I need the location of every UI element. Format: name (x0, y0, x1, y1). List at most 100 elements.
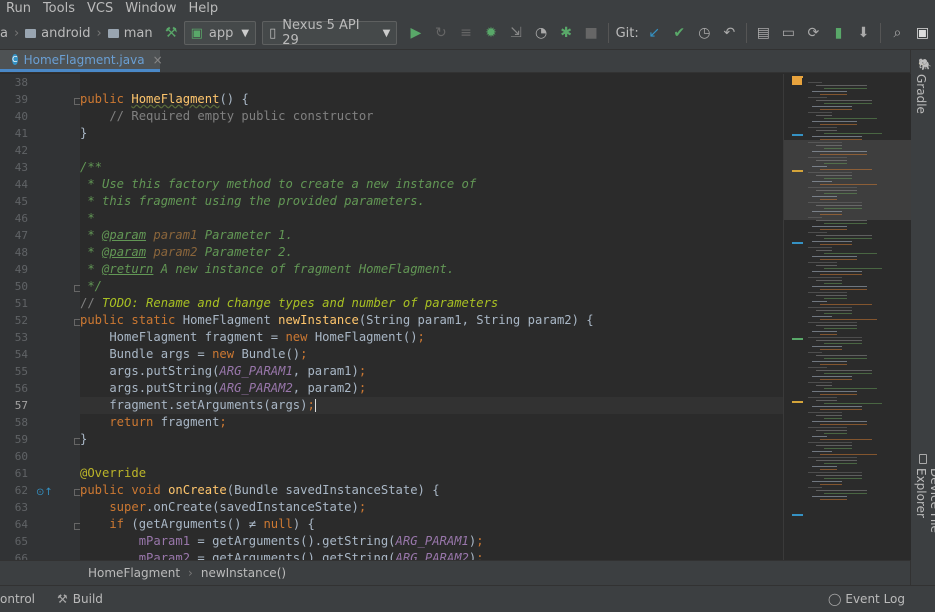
minimap-line (808, 172, 852, 173)
code-editor[interactable]: public HomeFlagment() { // Required empt… (80, 74, 783, 560)
minimap-line (816, 310, 852, 311)
minimap-line (820, 304, 872, 305)
code-line-52: public static HomeFlagment newInstance(S… (80, 313, 594, 327)
code-line-56: args.putString(ARG_PARAM2, param2); (80, 381, 367, 395)
code-line-54: Bundle args = new Bundle(); (80, 347, 308, 361)
apply-code-icon[interactable]: ≡ (455, 22, 476, 44)
minimap-line (820, 379, 852, 380)
minimap-line (816, 115, 832, 116)
search-icon[interactable]: ⌕ (887, 22, 908, 44)
minimap-line (812, 301, 827, 302)
minimap-line (816, 460, 857, 461)
profile-icon[interactable]: ◔ (531, 22, 552, 44)
minimap-line (816, 475, 862, 476)
menu-tools[interactable]: Tools (37, 1, 81, 16)
event-log-tool[interactable]: Event Log (845, 592, 905, 606)
minimap-line (820, 439, 872, 440)
minimap-line (820, 169, 872, 170)
minimap-line (812, 346, 842, 347)
code-line-59: } (80, 432, 88, 446)
breadcrumb-class[interactable]: HomeFlagment (88, 566, 180, 580)
warning-indicator-icon[interactable] (792, 76, 802, 85)
line-number: 46 (14, 212, 28, 225)
minimap-line (820, 319, 877, 320)
attach-debugger-icon[interactable]: ⇲ (506, 22, 527, 44)
git-commit-icon[interactable]: ✔ (669, 22, 690, 44)
apply-changes-icon[interactable]: ↻ (430, 22, 451, 44)
breadcrumb-method[interactable]: newInstance() (201, 566, 286, 580)
tab-homeflagment-java[interactable]: C HomeFlagment.java × (0, 50, 163, 72)
nav-crumb-android[interactable]: android › (25, 26, 102, 41)
code-line-40: // Required empty public constructor (80, 109, 374, 123)
sdk-manager-icon[interactable]: ⬇ (853, 22, 874, 44)
override-method-icon[interactable]: ⊙↑ (36, 487, 53, 498)
coverage-icon[interactable]: ✱ (556, 22, 577, 44)
minimap-line (812, 226, 847, 227)
right-tool-bar: 🐘 Gradle Device File Explorer (910, 50, 935, 585)
git-history-icon[interactable]: ◷ (694, 22, 715, 44)
minimap-line (824, 253, 877, 254)
nav-crumb-partial[interactable]: a › (0, 26, 19, 41)
run-icon[interactable]: ▶ (405, 22, 426, 44)
run-config-select[interactable]: ▣ app ▼ (183, 21, 257, 45)
menu-help[interactable]: Help (182, 1, 224, 16)
minimap-line (808, 142, 842, 143)
minimap-line (816, 160, 847, 161)
git-rollback-icon[interactable]: ↶ (719, 22, 740, 44)
device-select[interactable]: ▯ Nexus 5 API 29 ▼ (262, 18, 398, 48)
minimap-line (824, 268, 882, 269)
minimap-line (808, 97, 827, 98)
minimap-line (812, 241, 852, 242)
minimap-line (812, 361, 847, 362)
menu-vcs[interactable]: VCS (81, 1, 119, 16)
event-log-icon: ◯ (827, 592, 842, 606)
minimap-line (816, 340, 862, 341)
minimap-line (808, 472, 862, 473)
minimap-line (820, 139, 862, 140)
android-icon: ▣ (190, 25, 203, 41)
minimap-line (820, 409, 862, 410)
menu-window[interactable]: Window (119, 1, 182, 16)
minimap-line (816, 100, 872, 101)
phone-icon: ▯ (269, 25, 277, 41)
minimap-line (812, 376, 852, 377)
minimap-line (816, 145, 842, 146)
gradle-tool-window[interactable]: Gradle (914, 74, 928, 114)
build-tool[interactable]: Build (73, 592, 103, 606)
line-number: 59 (14, 433, 28, 446)
minimap-line (824, 478, 862, 479)
avd-manager-icon[interactable]: ▮ (828, 22, 849, 44)
hammer-icon[interactable]: ⚒ (161, 22, 182, 44)
avatar-icon[interactable]: ▣ (912, 22, 933, 44)
stop-icon[interactable]: ■ (581, 22, 602, 44)
minimap-line (808, 412, 842, 413)
terminal-icon[interactable]: ▭ (778, 22, 799, 44)
gradle-icon: 🐘 (918, 58, 932, 71)
menu-run[interactable]: Run (0, 1, 37, 16)
main-toolbar: a › android › man ⚒ ▣ app ▼ ▯ Nexus 5 API 29 ▼… (0, 17, 935, 50)
close-icon[interactable]: × (153, 53, 163, 67)
sync-gradle-icon[interactable]: ⟳ (803, 22, 824, 44)
device-file-explorer-tool-window[interactable]: Device File Explorer (914, 468, 935, 585)
code-minimap[interactable] (783, 74, 911, 560)
minimap-line (820, 214, 842, 215)
version-control-tool[interactable]: ontrol (0, 592, 35, 606)
code-line-41: } (80, 126, 88, 140)
minimap-line (820, 484, 842, 485)
code-line-63: super.onCreate(savedInstanceState); (80, 500, 367, 514)
minimap-line (820, 469, 837, 470)
code-line-62: public void onCreate(Bundle savedInstanc… (80, 483, 440, 497)
minimap-line (824, 88, 867, 89)
git-update-icon[interactable]: ↙ (644, 22, 665, 44)
minimap-line (824, 223, 867, 224)
toolbar-divider (745, 23, 747, 43)
minimap-line (820, 109, 852, 110)
minimap-line (812, 481, 842, 482)
line-number: 55 (14, 365, 28, 378)
debug-icon[interactable]: ✹ (480, 22, 501, 44)
nav-crumb-man[interactable]: man (107, 26, 153, 41)
chevron-down-icon: ▼ (241, 27, 250, 39)
project-structure-icon[interactable]: ▤ (753, 22, 774, 44)
minimap-marker (792, 338, 803, 340)
line-number: 53 (14, 331, 28, 344)
